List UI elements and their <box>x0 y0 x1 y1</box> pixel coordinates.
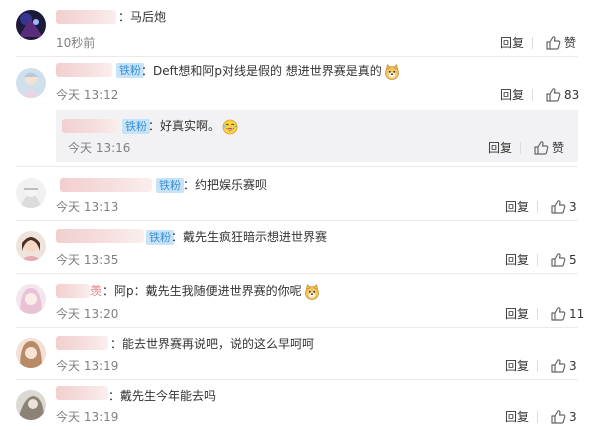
comment-text: ：约把娱乐赛呗 <box>183 178 268 192</box>
divider <box>520 142 521 154</box>
avatar[interactable] <box>16 231 46 261</box>
like-count: 83 <box>564 88 580 102</box>
reply-button[interactable]: 回复 <box>488 140 512 156</box>
avatar[interactable] <box>16 68 46 98</box>
thumbs-up-icon <box>545 35 561 51</box>
reply-button[interactable]: 回复 <box>505 358 529 374</box>
fan-badge: 铁粉 <box>116 63 144 78</box>
divider <box>537 308 538 320</box>
comment-text: ：戴先生疯狂暗示想进世界赛 <box>171 230 328 244</box>
reply-text: ：好真实啊。 <box>148 118 238 135</box>
thumbs-up-icon <box>550 358 566 374</box>
comment-time: 今天 13:19 <box>56 410 119 424</box>
comment-text: ：马后炮 <box>118 10 167 24</box>
divider <box>537 411 538 423</box>
comment-text: ：Deft想和阿p对线是假的 想进世界赛是真的 <box>141 63 400 80</box>
like-count: 5 <box>569 253 577 267</box>
laughing-emoji-icon <box>222 119 238 135</box>
comment-text: 羡：阿p：戴先生我随便进世界赛的你呢 <box>90 283 320 300</box>
username-redacted[interactable] <box>56 336 108 350</box>
reply-button[interactable]: 回复 <box>505 199 529 215</box>
username-redacted[interactable] <box>56 63 112 77</box>
comment-item: 铁粉 ：约把娱乐赛呗 今天 13:13 回复 3 <box>0 167 594 220</box>
reply-button[interactable]: 回复 <box>505 409 529 425</box>
thumbs-up-icon <box>533 140 549 156</box>
fan-badge: 铁粉 <box>122 119 150 134</box>
avatar[interactable] <box>16 284 46 314</box>
avatar[interactable] <box>16 10 46 40</box>
comment-item: 铁粉 ：戴先生疯狂暗示想进世界赛 今天 13:35 回复 5 <box>0 221 594 273</box>
username-redacted[interactable] <box>56 284 90 298</box>
thumbs-up-icon <box>550 252 566 268</box>
divider <box>537 201 538 213</box>
comment-time: 今天 13:35 <box>56 253 119 267</box>
comment-item: 铁粉 ：Deft想和阿p对线是假的 想进世界赛是真的 今天 13:12 回复 8… <box>0 57 594 110</box>
like-count: 3 <box>569 359 577 373</box>
divider <box>532 89 533 101</box>
thumbs-up-icon <box>550 306 566 322</box>
like-count: 3 <box>569 410 577 424</box>
comment-time: 今天 13:19 <box>56 359 119 373</box>
comment-item: ：能去世界赛再说吧，说的这么早呵呵 今天 13:19 回复 3 <box>0 328 594 379</box>
comment-time: 今天 13:20 <box>56 307 119 321</box>
doge-emoji-icon <box>304 284 320 300</box>
reply-item: 铁粉 ：好真实啊。 今天 13:16 回复 赞 <box>56 110 578 162</box>
reply-button[interactable]: 回复 <box>500 87 524 103</box>
username-redacted[interactable] <box>62 119 120 133</box>
thumbs-up-icon <box>550 199 566 215</box>
avatar[interactable] <box>16 390 46 420</box>
comment-time: 10秒前 <box>56 36 96 50</box>
comment-text: ：戴先生今年能去吗 <box>108 389 217 403</box>
reply-button[interactable]: 回复 <box>505 252 529 268</box>
username-redacted[interactable] <box>56 229 144 243</box>
thumbs-up-icon <box>550 409 566 425</box>
like-count: 赞 <box>552 141 565 155</box>
comment-time: 今天 13:13 <box>56 200 119 214</box>
comment-item: ：马后炮 10秒前 回复 赞 <box>0 0 594 56</box>
comment-text: ：能去世界赛再说吧，说的这么早呵呵 <box>110 337 315 351</box>
like-count: 赞 <box>564 36 577 50</box>
comment-time: 今天 13:12 <box>56 88 119 102</box>
username-redacted[interactable] <box>60 178 152 192</box>
username-redacted[interactable] <box>56 10 116 24</box>
divider <box>532 37 533 49</box>
avatar[interactable] <box>16 338 46 368</box>
reply-button[interactable]: 回复 <box>500 35 524 51</box>
like-count: 11 <box>569 307 585 321</box>
divider <box>537 254 538 266</box>
fan-badge: 铁粉 <box>146 230 174 245</box>
username-redacted[interactable] <box>56 386 108 400</box>
reply-time: 今天 13:16 <box>68 141 131 155</box>
doge-emoji-icon <box>384 64 400 80</box>
reply-button[interactable]: 回复 <box>505 306 529 322</box>
fan-badge: 铁粉 <box>156 178 184 193</box>
like-count: 3 <box>569 200 577 214</box>
divider <box>537 360 538 372</box>
thumbs-up-icon <box>545 87 561 103</box>
comment-item: ：戴先生今年能去吗 今天 13:19 回复 3 <box>0 380 594 430</box>
avatar[interactable] <box>16 178 46 208</box>
comment-item: 羡：阿p：戴先生我随便进世界赛的你呢 今天 13:20 回复 11 <box>0 274 594 327</box>
username-tail[interactable]: 羡 <box>90 284 102 298</box>
